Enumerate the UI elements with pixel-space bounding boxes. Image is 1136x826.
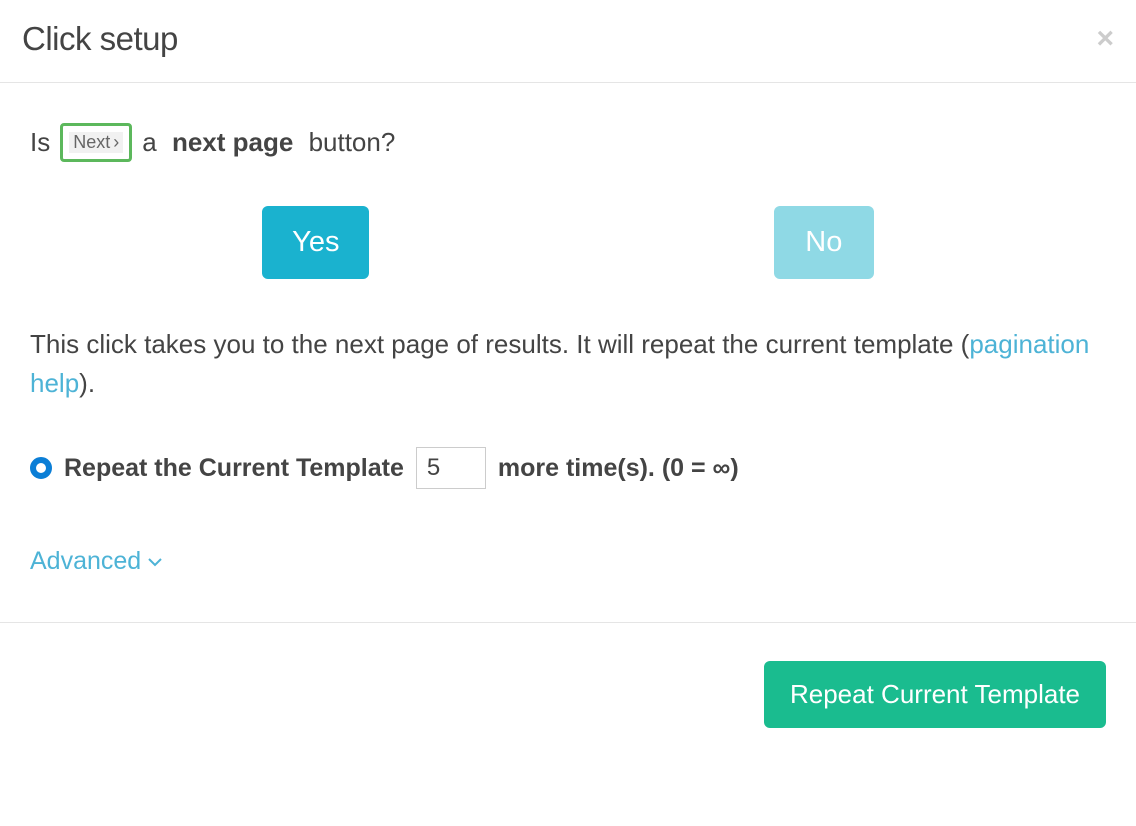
modal-header: Click setup × — [0, 0, 1136, 83]
advanced-label: Advanced — [30, 547, 141, 576]
modal-body: Is Next › a next page button? Yes No Thi… — [0, 83, 1136, 622]
yes-button[interactable]: Yes — [262, 206, 369, 279]
repeat-current-template-button[interactable]: Repeat Current Template — [764, 661, 1106, 728]
question-bold: next page — [172, 127, 293, 158]
repeat-count-input[interactable] — [416, 447, 486, 489]
no-button[interactable]: No — [774, 206, 874, 279]
modal-footer: Repeat Current Template — [0, 622, 1136, 766]
description-part1: This click takes you to the next page of… — [30, 329, 969, 359]
repeat-label: Repeat the Current Template — [64, 454, 404, 483]
repeat-suffix: more time(s). (0 = ∞) — [498, 454, 739, 483]
next-chip-label: Next — [73, 132, 110, 153]
chevron-down-icon — [147, 554, 163, 570]
modal-title: Click setup — [22, 20, 178, 58]
advanced-toggle[interactable]: Advanced — [30, 547, 1106, 576]
next-chip-inner: Next › — [69, 132, 123, 153]
question-prefix: Is — [30, 127, 50, 158]
description-part2: ). — [79, 368, 95, 398]
repeat-template-row: Repeat the Current Template more time(s)… — [30, 447, 1106, 489]
yes-no-row: Yes No — [30, 206, 1106, 279]
click-setup-modal: Click setup × Is Next › a next page butt… — [0, 0, 1136, 766]
next-button-chip: Next › — [60, 123, 132, 162]
repeat-radio[interactable] — [30, 457, 52, 479]
question-mid: a — [142, 127, 156, 158]
question-line: Is Next › a next page button? — [30, 123, 1106, 162]
question-suffix: button? — [309, 127, 396, 158]
chevron-right-icon: › — [113, 132, 119, 153]
close-icon[interactable]: × — [1096, 24, 1114, 54]
description-text: This click takes you to the next page of… — [30, 325, 1106, 403]
